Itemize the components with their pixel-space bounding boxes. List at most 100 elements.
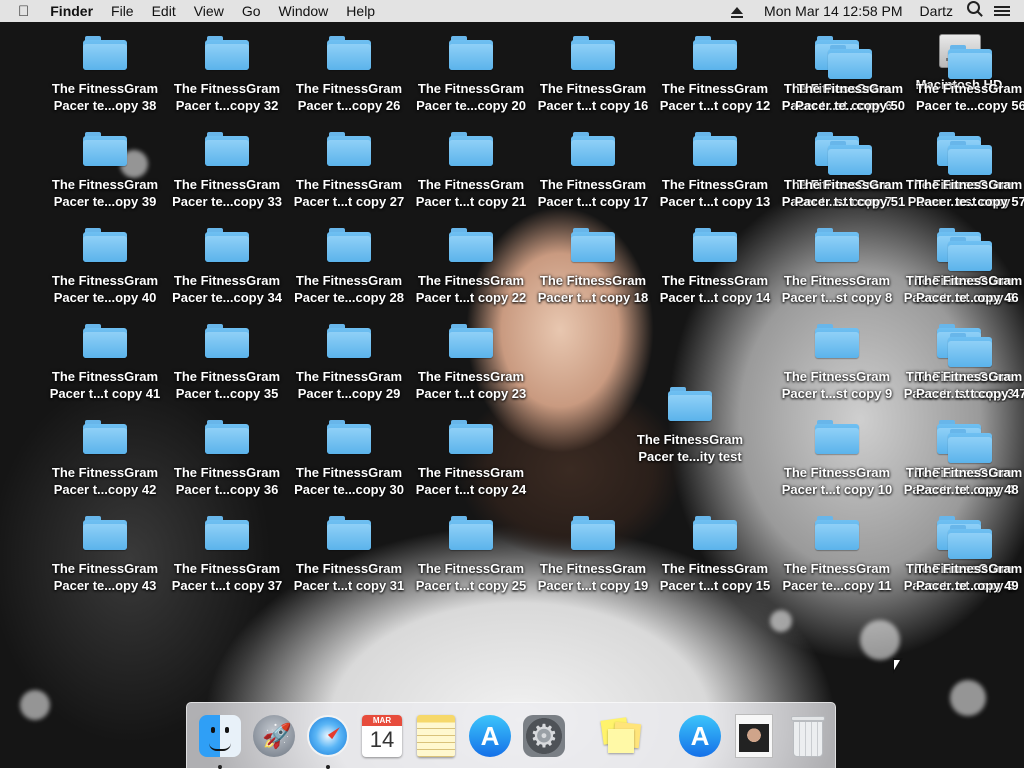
- menu-edit[interactable]: Edit: [143, 3, 185, 19]
- dock-app-store-download[interactable]: [677, 713, 723, 759]
- desktop-folder[interactable]: The FitnessGram Pacer t...t copy 19: [533, 516, 653, 594]
- folder-icon: [327, 420, 371, 454]
- dock-stickies[interactable]: [599, 713, 645, 759]
- desktop-folder[interactable]: The FitnessGram Pacer te...opy 48: [910, 429, 1024, 498]
- folder-name-line2: Pacer t...st copy 9: [781, 386, 893, 401]
- menu-file[interactable]: File: [102, 3, 143, 19]
- folder-icon: [449, 516, 493, 550]
- dock-safari[interactable]: [305, 713, 351, 769]
- folder-icon: [693, 228, 737, 262]
- folder-icon: [948, 429, 992, 463]
- spotlight-search-icon[interactable]: [960, 1, 987, 19]
- eject-icon[interactable]: [724, 3, 750, 19]
- desktop-folder[interactable]: The FitnessGram Pacer t...copy 26: [289, 36, 409, 114]
- menubar-user[interactable]: Dartz: [910, 3, 960, 19]
- folder-name-line2: Pacer t...t copy 19: [537, 578, 649, 593]
- desktop-folder[interactable]: The FitnessGram Pacer te...opy 38: [45, 36, 165, 114]
- desktop-folder[interactable]: The FitnessGram Pacer t...t copy 22: [411, 228, 531, 306]
- folder-name-line2: Pacer t...t copy 17: [537, 194, 649, 209]
- desktop-folder[interactable]: The FitnessGram Pacer te...copy 50: [790, 45, 910, 114]
- folder-icon: [205, 228, 249, 262]
- folder-icon: [571, 36, 615, 70]
- desktop-folder[interactable]: The FitnessGram Pacer te...copy 20: [411, 36, 531, 114]
- dock-system-preferences[interactable]: [521, 713, 567, 759]
- desktop-folder[interactable]: The FitnessGram Pacer te...copy 30: [289, 420, 409, 498]
- dock-image-document[interactable]: [731, 713, 777, 759]
- app-menu-finder[interactable]: Finder: [41, 3, 102, 19]
- dock-calendar[interactable]: MAR 14: [359, 713, 405, 759]
- desktop-folder[interactable]: The FitnessGram Pacer t...t copy 51: [790, 141, 910, 210]
- desktop-folder[interactable]: The FitnessGram Pacer t...copy 42: [45, 420, 165, 498]
- menu-go[interactable]: Go: [233, 3, 270, 19]
- dock-finder[interactable]: [197, 713, 243, 769]
- desktop-folder[interactable]: The FitnessGram Pacer te...opy 46: [910, 237, 1024, 306]
- desktop-folder[interactable]: The FitnessGram Pacer t...copy 35: [167, 324, 287, 402]
- folder-icon: [83, 228, 127, 262]
- desktop-folder[interactable]: The FitnessGram Pacer te...opy 40: [45, 228, 165, 306]
- desktop-folder[interactable]: The FitnessGram Pacer te...copy 56: [910, 45, 1024, 114]
- folder-name-line2: Pacer t...t copy 47: [916, 386, 1024, 401]
- desktop-folder[interactable]: The FitnessGram Pacer t...copy 32: [167, 36, 287, 114]
- notification-center-icon[interactable]: [987, 6, 1024, 16]
- desktop-folder[interactable]: The FitnessGram Pacer t...t copy 25: [411, 516, 531, 594]
- folder-name-line1: The FitnessGram: [417, 81, 525, 96]
- desktop-folder[interactable]: The FitnessGram Pacer t...t copy 47: [910, 333, 1024, 402]
- folder-name-line1: The FitnessGram: [51, 465, 159, 480]
- dock-launchpad[interactable]: [251, 713, 297, 759]
- desktop-folder[interactable]: The FitnessGram Pacer te...opy 39: [45, 132, 165, 210]
- folder-icon: [327, 132, 371, 166]
- desktop-folder[interactable]: The FitnessGram Pacer t...t copy 23: [411, 324, 531, 402]
- desktop-folder[interactable]: The FitnessGram Pacer t...st copy 9: [777, 324, 897, 402]
- desktop-folder[interactable]: The FitnessGram Pacer t...t copy 12: [655, 36, 775, 114]
- desktop-folder[interactable]: The FitnessGram Pacer t...copy 36: [167, 420, 287, 498]
- desktop-folder[interactable]: The FitnessGram Pacer t...t copy 16: [533, 36, 653, 114]
- desktop-folder[interactable]: The FitnessGram Pacer te...copy 28: [289, 228, 409, 306]
- folder-icon: [205, 324, 249, 358]
- menubar-clock[interactable]: Mon Mar 14 12:58 PM: [750, 3, 910, 19]
- desktop-folder[interactable]: The FitnessGram Pacer t...t copy 41: [45, 324, 165, 402]
- desktop-folder[interactable]: The FitnessGram Pacer te...copy 57: [910, 141, 1024, 210]
- mouse-pointer-icon: [893, 658, 903, 674]
- menu-view[interactable]: View: [185, 3, 233, 19]
- desktop-folder[interactable]: The FitnessGram Pacer t...t copy 18: [533, 228, 653, 306]
- desktop-folder[interactable]: The FitnessGram Pacer t...t copy 10: [777, 420, 897, 498]
- desktop-folder[interactable]: The FitnessGram Pacer t...t copy 17: [533, 132, 653, 210]
- wallpaper-bokeh: [20, 690, 50, 720]
- desktop-folder[interactable]: The FitnessGram Pacer t...t copy 15: [655, 516, 775, 594]
- menu-bar:  Finder File Edit View Go Window Help M…: [0, 0, 1024, 22]
- folder-name-line2: Pacer t...t copy 14: [659, 290, 771, 305]
- desktop-folder[interactable]: The FitnessGram Pacer te...copy 34: [167, 228, 287, 306]
- folder-name-line1: The FitnessGram: [916, 561, 1023, 576]
- desktop-folder[interactable]: The FitnessGram Pacer te...copy 33: [167, 132, 287, 210]
- dock-app-store[interactable]: [467, 713, 513, 759]
- dock-trash[interactable]: [785, 713, 831, 759]
- apple-menu-icon[interactable]: : [0, 3, 41, 20]
- folder-icon: [693, 36, 737, 70]
- desktop-folder[interactable]: The FitnessGram Pacer te...opy 49: [910, 525, 1024, 594]
- desktop-folder[interactable]: The FitnessGram Pacer te...copy 11: [777, 516, 897, 594]
- folder-name-line1: The FitnessGram: [783, 561, 891, 576]
- desktop-folder[interactable]: The FitnessGram Pacer t...t copy 27: [289, 132, 409, 210]
- desktop-folder[interactable]: The FitnessGram Pacer t...st copy 8: [777, 228, 897, 306]
- desktop-folder[interactable]: The FitnessGram Pacer t...t copy 13: [655, 132, 775, 210]
- calendar-icon: MAR 14: [362, 714, 402, 757]
- desktop-folder[interactable]: The FitnessGram Pacer t...t copy 37: [167, 516, 287, 594]
- desktop-folder[interactable]: The FitnessGram Pacer t...t copy 14: [655, 228, 775, 306]
- desktop-folder[interactable]: The FitnessGram Pacer te...opy 43: [45, 516, 165, 594]
- image-document-icon: [735, 713, 773, 758]
- folder-name-line1: The FitnessGram: [51, 177, 159, 192]
- menu-help[interactable]: Help: [337, 3, 384, 19]
- folder-name-line1: The FitnessGram: [173, 369, 281, 384]
- desktop-folder[interactable]: The FitnessGram Pacer t...t copy 31: [289, 516, 409, 594]
- folder-name-line1: The FitnessGram: [173, 177, 281, 192]
- app-store-icon: [469, 714, 511, 757]
- desktop-folder[interactable]: The FitnessGram Pacer t...copy 29: [289, 324, 409, 402]
- folder-name-line2: Pacer t...t copy 27: [293, 194, 405, 209]
- dock-notes[interactable]: [413, 713, 459, 759]
- folder-name-line2: Pacer t...t copy 21: [415, 194, 527, 209]
- desktop-folder[interactable]: The FitnessGram Pacer t...t copy 24: [411, 420, 531, 498]
- desktop-folder[interactable]: The FitnessGram Pacer te...ity test: [630, 387, 750, 465]
- folder-name-line2: Pacer te...copy 11: [782, 578, 892, 593]
- desktop-folder[interactable]: The FitnessGram Pacer t...t copy 21: [411, 132, 531, 210]
- menu-window[interactable]: Window: [270, 3, 338, 19]
